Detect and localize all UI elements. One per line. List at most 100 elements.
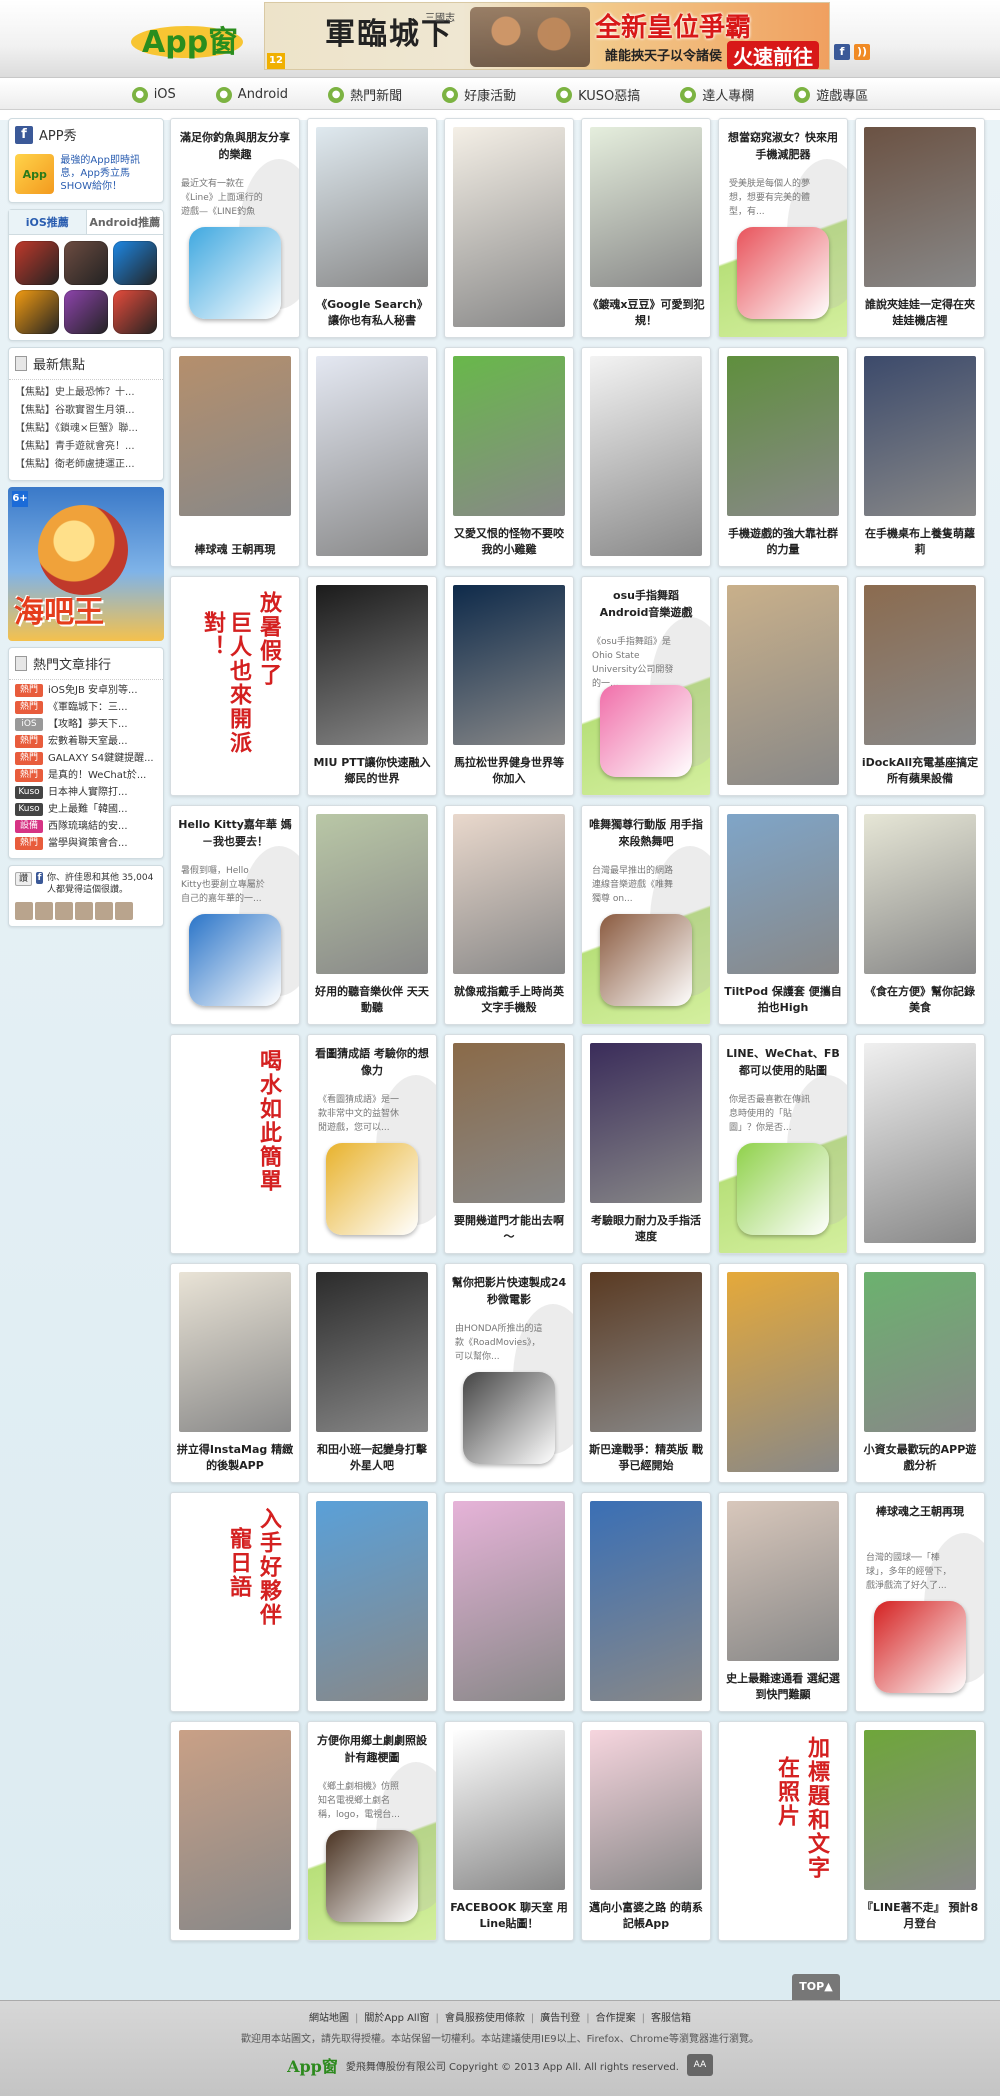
nav-item-2[interactable]: ● 熱門新聞 (308, 85, 422, 104)
hot-article-item[interactable]: 熱門 宏數着聯天室最... (15, 733, 157, 750)
recommended-app-icon[interactable] (64, 290, 108, 334)
rss-icon[interactable]: )) (854, 44, 870, 60)
article-card[interactable]: 幫你把影片快速製成24秒微電影 由HONDA所推出的這款《RoadMovies》，… (444, 1263, 574, 1483)
footer-link[interactable]: 合作提案 (596, 2013, 636, 2024)
tab-android-recommend[interactable]: Android推薦 (87, 210, 164, 234)
hot-article-item[interactable]: 熱門 《軍臨城下：三... (15, 699, 157, 716)
footer-link[interactable]: 網站地圖 (309, 2013, 349, 2024)
nav-item-0[interactable]: ● iOS (112, 86, 196, 103)
article-card[interactable] (855, 1034, 985, 1254)
hot-article-item[interactable]: 熱門 iOS免JB 安卓別等... (15, 682, 157, 699)
hot-article-item[interactable]: Kuso 史上最難「韓國... (15, 801, 157, 818)
article-card[interactable]: 手機遊戲的強大靠社群的力量 (718, 347, 848, 567)
tab-ios-recommend[interactable]: iOS推薦 (9, 210, 87, 234)
hot-article-item[interactable]: 熱門 當學與資策會合... (15, 835, 157, 852)
article-card[interactable]: TiltPod 保護套 便攜自拍也High (718, 805, 848, 1025)
site-logo[interactable]: App窗 (128, 8, 246, 60)
banner-cta[interactable]: 火速前往 (727, 41, 819, 69)
appshow-post[interactable]: App 最強的App即時訊息，App秀立馬SHOW給你！ (9, 150, 163, 202)
article-card[interactable]: Hello Kitty嘉年華 媽－我也要去！ 暑假到囉，Hello Kitty也要… (170, 805, 300, 1025)
article-card[interactable]: 馬拉松世界健身世界等你加入 (444, 576, 574, 796)
article-card[interactable]: 史上最難速通看 選紀選到快門難顯 (718, 1492, 848, 1712)
news-item[interactable]: 【焦點】谷歌實習生月領... (15, 402, 157, 420)
avatar[interactable] (35, 902, 53, 920)
article-card[interactable]: 《鍍魂x豆豆》可愛到犯規！ (581, 118, 711, 338)
hot-article-item[interactable]: 熱門 GALAXY S4鍵鍵提醒... (15, 750, 157, 767)
article-card[interactable]: 喝水如此簡單 (170, 1034, 300, 1254)
news-item[interactable]: 【焦點】衛老師盧捷運正... (15, 456, 157, 474)
article-card[interactable]: 拼立得InstaMag 精緻的後製APP (170, 1263, 300, 1483)
back-to-top-button[interactable]: TOP▲ (792, 1974, 840, 2000)
header-banner-ad[interactable]: 12 軍臨城下 三國志 全新皇位爭霸 誰能挾天子以令諸侯 火速前往 (264, 2, 830, 70)
partner-badge-icon[interactable]: AA (686, 2054, 713, 2076)
hot-article-item[interactable]: 熱門 是真的！WeChat於... (15, 767, 157, 784)
article-card[interactable]: 方便你用鄉土劇劇照設計有趣梗圖 《鄉土劇相機》仿照知名電視鄉土劇名稱，logo，電… (307, 1721, 437, 1941)
article-card[interactable]: 斯巴達戰爭：精英版 戰爭已經開始 (581, 1263, 711, 1483)
news-item[interactable]: 【焦點】《鎖魂×巨蟹》聯... (15, 420, 157, 438)
avatar[interactable] (95, 902, 113, 920)
article-card[interactable]: FACEBOOK 聊天室 用Line貼圖！ (444, 1721, 574, 1941)
recommended-app-icon[interactable] (15, 290, 59, 334)
article-card[interactable] (581, 1492, 711, 1712)
article-card[interactable]: 好用的聽音樂伙伴 天天動聽 (307, 805, 437, 1025)
news-item[interactable]: 【焦點】史上最恐怖？十... (15, 384, 157, 402)
article-card[interactable]: 入手好夥伴 寵日語 (170, 1492, 300, 1712)
nav-item-4[interactable]: ● KUSO惡搞 (536, 85, 660, 104)
article-card[interactable]: 滿足你釣魚與朋友分享的樂趣 最近文有一款在《Line》上面運行的遊戲—《LINE釣… (170, 118, 300, 338)
footer-link[interactable]: 客服信箱 (651, 2013, 691, 2024)
article-card[interactable]: 邁向小富婆之路 的萌系記帳App (581, 1721, 711, 1941)
article-card[interactable] (718, 1263, 848, 1483)
news-item[interactable]: 【焦點】青手遊就會亮！... (15, 438, 157, 456)
avatar[interactable] (15, 902, 33, 920)
article-card[interactable]: LINE、WeChat、FB 都可以使用的貼圖 你是否最喜歡在傳訊息時使用的「貼圖… (718, 1034, 848, 1254)
appshow-text[interactable]: 最強的App即時訊息，App秀立馬SHOW給你！ (60, 154, 157, 194)
article-card[interactable]: 考驗眼力耐力及手指活速度 (581, 1034, 711, 1254)
nav-item-3[interactable]: ● 好康活動 (422, 85, 536, 104)
article-card[interactable]: 《Google Search》讓你也有私人秘書 (307, 118, 437, 338)
article-card[interactable]: 加標題和文字 在照片 (718, 1721, 848, 1941)
article-card[interactable]: 想當窈窕淑女？快來用手機減肥器 受美肤是每個人的夢想，想要有完美的體型，有... (718, 118, 848, 338)
hot-article-item[interactable]: iOS 【攻略】夢天下... (15, 716, 157, 733)
footer-link[interactable]: 會員服務使用條款 (445, 2013, 525, 2024)
recommended-app-icon[interactable] (113, 290, 157, 334)
article-card[interactable]: 棒球魂之王朝再現 台灣的國球──「棒球」，多年的經營下，戲淨戲流了好久了... (855, 1492, 985, 1712)
article-card[interactable]: 棒球魂 王朝再現 (170, 347, 300, 567)
article-card[interactable] (718, 576, 848, 796)
article-card[interactable] (581, 347, 711, 567)
like-button[interactable]: 讚 (15, 872, 33, 886)
nav-item-6[interactable]: ● 遊戲專區 (774, 85, 888, 104)
article-card[interactable]: 在手機桌布上養隻萌蘿莉 (855, 347, 985, 567)
article-card[interactable]: 要開幾道門才能出去啊～ (444, 1034, 574, 1254)
article-card[interactable]: 又愛又恨的怪物不要咬我的小雞雞 (444, 347, 574, 567)
footer-link[interactable]: 廣告刊登 (540, 2013, 580, 2024)
article-card[interactable] (307, 347, 437, 567)
article-card[interactable]: 和田小班一起變身打擊外星人吧 (307, 1263, 437, 1483)
article-card[interactable] (444, 118, 574, 338)
hot-article-item[interactable]: 設備 西隊琉璃結的安... (15, 818, 157, 835)
article-card[interactable]: 看圖猜成語 考驗你的想像力 《看圖猜成語》是一款非常中文的益智休閒遊戲，您可以..… (307, 1034, 437, 1254)
recommended-app-icon[interactable] (15, 241, 59, 285)
avatar[interactable] (55, 902, 73, 920)
nav-item-1[interactable]: ● Android (196, 86, 308, 103)
recommended-app-icon[interactable] (64, 241, 108, 285)
sidebar-game-ad[interactable]: 6+ 海吧王 (8, 487, 164, 641)
article-card[interactable]: osu手指舞蹈 Android音樂遊戲 《osu手指舞蹈》是Ohio State … (581, 576, 711, 796)
article-card[interactable]: 小資女最歡玩的APP遊戲分析 (855, 1263, 985, 1483)
recommended-app-icon[interactable] (113, 241, 157, 285)
article-card[interactable] (307, 1492, 437, 1712)
article-card[interactable]: 唯舞獨尊行動版 用手指來段熱舞吧 台灣最早推出的網路連線音樂遊戲《唯舞獨尊 on.… (581, 805, 711, 1025)
article-card[interactable]: iDockAll充電基座搞定所有蘋果設備 (855, 576, 985, 796)
footer-logo[interactable]: App窗 (287, 2053, 338, 2077)
footer-link[interactable]: 關於App All窗 (364, 2013, 429, 2024)
article-card[interactable] (444, 1492, 574, 1712)
article-card[interactable] (170, 1721, 300, 1941)
nav-item-5[interactable]: ● 達人專欄 (660, 85, 774, 104)
avatar[interactable] (115, 902, 133, 920)
article-card[interactable]: 『LINE著不走』 預計8月登台 (855, 1721, 985, 1941)
article-card[interactable]: 放暑假了 巨人也來開派對！ (170, 576, 300, 796)
article-card[interactable]: 誰說夾娃娃一定得在夾娃娃機店裡 (855, 118, 985, 338)
facebook-icon[interactable]: f (834, 44, 850, 60)
hot-article-item[interactable]: Kuso 日本神人實際打... (15, 784, 157, 801)
article-card[interactable]: MIU PTT讓你快速融入鄉民的世界 (307, 576, 437, 796)
article-card[interactable]: 就像戒指戴手上時尚英文字手機殼 (444, 805, 574, 1025)
